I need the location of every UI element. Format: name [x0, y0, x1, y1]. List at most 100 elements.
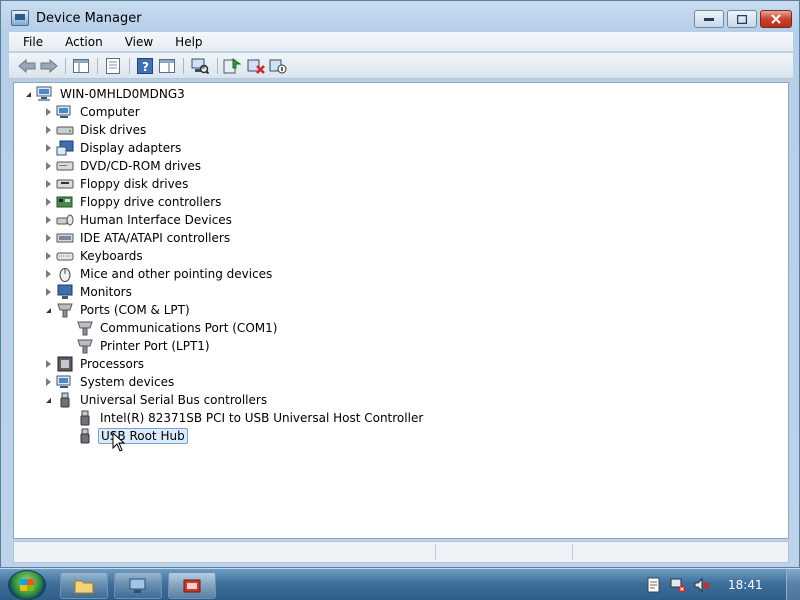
- tree-category[interactable]: Display adapters: [44, 139, 183, 157]
- computer-icon: [56, 104, 74, 120]
- clock[interactable]: 18:41: [728, 578, 763, 592]
- expand-icon[interactable]: [44, 270, 52, 278]
- device-label: Communications Port (COM1): [100, 321, 278, 335]
- properties-button[interactable]: [103, 57, 123, 75]
- minimize-icon: [704, 18, 714, 21]
- tree-category[interactable]: System devices: [44, 373, 176, 391]
- menu-file[interactable]: File: [9, 35, 51, 49]
- maximize-button[interactable]: [727, 10, 757, 28]
- help-icon: ?: [137, 58, 153, 74]
- expand-icon[interactable]: [44, 378, 52, 386]
- category-label: Human Interface Devices: [80, 213, 232, 227]
- menu-action[interactable]: Action: [51, 35, 111, 49]
- action-center-icon[interactable]: [646, 577, 662, 593]
- close-icon: [771, 14, 781, 24]
- uninstall-icon: [247, 59, 265, 74]
- expand-icon[interactable]: [44, 180, 52, 188]
- tree-category[interactable]: Processors: [44, 355, 146, 373]
- tree-root[interactable]: WIN-0MHLD0MDNG3: [24, 85, 187, 103]
- menu-help[interactable]: Help: [161, 35, 210, 49]
- tree-device-selected[interactable]: USB Root Hub: [76, 427, 188, 445]
- uninstall-button[interactable]: [245, 57, 267, 75]
- forward-button[interactable]: [39, 57, 59, 75]
- menu-view[interactable]: View: [111, 35, 161, 49]
- tree-category[interactable]: DVD/CD-ROM drives: [44, 157, 203, 175]
- show-desktop-button[interactable]: [786, 569, 800, 600]
- ide-controller-icon: [56, 230, 74, 246]
- expand-icon[interactable]: [44, 144, 52, 152]
- expand-icon[interactable]: [44, 288, 52, 296]
- tree-category[interactable]: Universal Serial Bus controllers: [44, 391, 269, 409]
- expand-icon[interactable]: [44, 162, 52, 170]
- hid-icon: [56, 212, 74, 228]
- category-label: Universal Serial Bus controllers: [80, 393, 268, 407]
- taskbar-explorer-button[interactable]: [60, 572, 108, 599]
- collapse-root-icon[interactable]: [24, 90, 32, 98]
- taskbar-device-manager-button[interactable]: [168, 572, 216, 599]
- toolbar-separator: [217, 58, 218, 74]
- device-label: Intel(R) 82371SB PCI to USB Universal Ho…: [100, 411, 424, 425]
- collapse-icon[interactable]: [44, 306, 52, 314]
- disable-button[interactable]: [267, 57, 289, 75]
- monitor-icon: [56, 284, 74, 300]
- computer-icon: [36, 86, 54, 102]
- category-label: Floppy disk drives: [80, 177, 189, 191]
- update-driver-button[interactable]: [221, 57, 243, 75]
- toolbar-separator: [129, 58, 130, 74]
- tree-device[interactable]: Intel(R) 82371SB PCI to USB Universal Ho…: [76, 409, 425, 427]
- expand-icon[interactable]: [44, 216, 52, 224]
- network-icon[interactable]: [670, 577, 686, 593]
- back-button[interactable]: [17, 57, 37, 75]
- category-label: Processors: [80, 357, 145, 371]
- help-button[interactable]: ?: [135, 57, 155, 75]
- device-tree-pane[interactable]: WIN-0MHLD0MDNG3 Computer Disk drives Dis…: [13, 82, 789, 539]
- volume-muted-icon[interactable]: [694, 577, 710, 593]
- expand-icon[interactable]: [44, 108, 52, 116]
- tree-category[interactable]: Computer: [44, 103, 142, 121]
- category-label: Floppy drive controllers: [80, 195, 222, 209]
- tree-category[interactable]: Floppy drive controllers: [44, 193, 223, 211]
- show-action-pane-button[interactable]: [157, 57, 177, 75]
- tree-category[interactable]: Disk drives: [44, 121, 148, 139]
- status-divider: [572, 544, 573, 560]
- root-label: WIN-0MHLD0MDNG3: [60, 87, 185, 101]
- tree-category[interactable]: Keyboards: [44, 247, 145, 265]
- start-button[interactable]: [8, 570, 46, 600]
- tree-device[interactable]: Printer Port (LPT1): [76, 337, 212, 355]
- tree-category[interactable]: Human Interface Devices: [44, 211, 234, 229]
- maximize-icon: [737, 14, 747, 24]
- device-label: Printer Port (LPT1): [100, 339, 210, 353]
- back-icon: [18, 59, 36, 73]
- toolbar-separator: [97, 58, 98, 74]
- close-button[interactable]: [760, 10, 792, 28]
- expand-icon[interactable]: [44, 234, 52, 242]
- expand-icon[interactable]: [44, 198, 52, 206]
- tree-category[interactable]: Mice and other pointing devices: [44, 265, 274, 283]
- forward-icon: [40, 59, 58, 73]
- category-label: Disk drives: [80, 123, 147, 137]
- taskbar-remote-desktop-button[interactable]: [114, 572, 162, 599]
- title-bar[interactable]: Device Manager: [1, 1, 799, 33]
- show-hide-console-tree-button[interactable]: [71, 57, 91, 75]
- minimize-button[interactable]: [694, 10, 724, 28]
- port-icon: [56, 302, 74, 318]
- tree-category[interactable]: Floppy disk drives: [44, 175, 190, 193]
- expand-icon[interactable]: [44, 252, 52, 260]
- tree-category[interactable]: Ports (COM & LPT): [44, 301, 192, 319]
- device-manager-icon: [11, 10, 29, 26]
- category-label: Computer: [80, 105, 140, 119]
- show-action-pane-icon: [159, 59, 175, 73]
- collapse-icon[interactable]: [44, 396, 52, 404]
- display-adapter-icon: [56, 140, 74, 156]
- toolbar-separator: [183, 58, 184, 74]
- scan-hardware-icon: [191, 58, 209, 74]
- expand-icon[interactable]: [44, 360, 52, 368]
- scan-hardware-button[interactable]: [189, 57, 211, 75]
- port-icon: [76, 320, 94, 336]
- category-label: Monitors: [80, 285, 132, 299]
- category-label: DVD/CD-ROM drives: [80, 159, 202, 173]
- tree-device[interactable]: Communications Port (COM1): [76, 319, 279, 337]
- tree-category[interactable]: Monitors: [44, 283, 134, 301]
- expand-icon[interactable]: [44, 126, 52, 134]
- tree-category[interactable]: IDE ATA/ATAPI controllers: [44, 229, 232, 247]
